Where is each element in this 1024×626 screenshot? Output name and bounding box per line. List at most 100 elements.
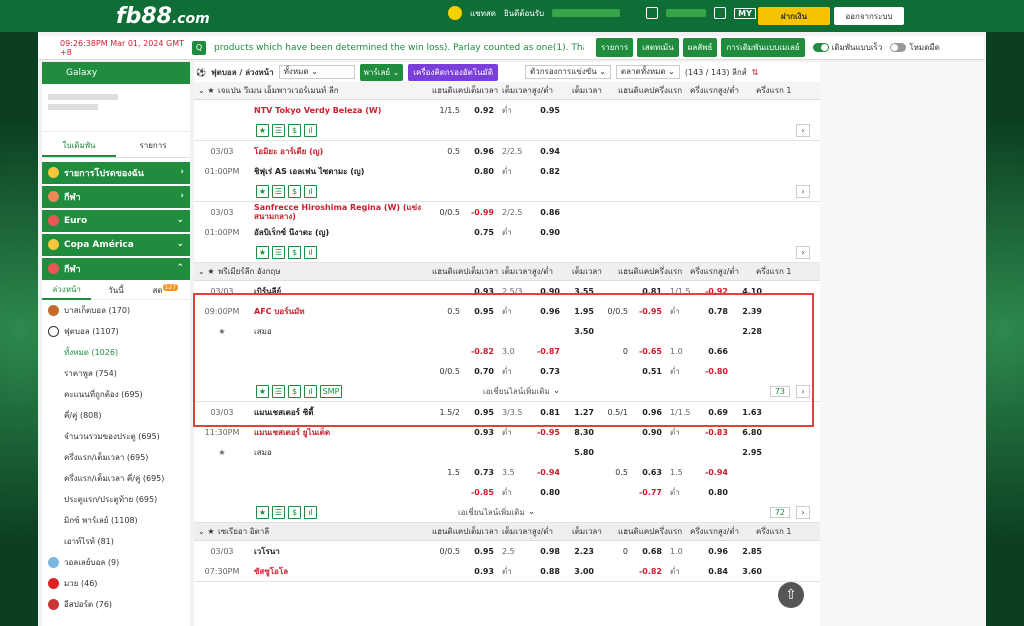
dollar-icon[interactable]: $	[288, 384, 301, 398]
odds-cell[interactable]: -0.82	[632, 567, 666, 576]
sub-item[interactable]: ราคาพูล (754)	[42, 363, 190, 384]
tab-bet-list[interactable]: รายการ	[116, 136, 190, 157]
odds-cell[interactable]: 0.95	[530, 106, 564, 115]
odds-cell[interactable]: 0.80	[698, 488, 732, 497]
favorite-star-icon[interactable]: ★	[194, 327, 250, 336]
star-icon[interactable]: ★	[256, 384, 269, 398]
sidebar-item-volleyball[interactable]: วอลเลย์บอล (9)	[42, 552, 190, 573]
sub-item[interactable]: ประตูแรก/ประตูท้าย (695)	[42, 489, 190, 510]
odds-cell[interactable]: 0.73	[464, 468, 498, 477]
expand-button[interactable]: ›	[796, 184, 810, 198]
deposit-button[interactable]: ฝากเงิน	[758, 7, 830, 25]
odds-cell[interactable]: -0.94	[698, 468, 732, 477]
odds-cell[interactable]: 0.96	[530, 307, 564, 316]
odds-cell[interactable]: 0.75	[464, 228, 498, 237]
scroll-top-icon[interactable]: ⇧	[778, 582, 804, 608]
home-team[interactable]: เบิร์นลีย์	[250, 285, 430, 298]
more-lines-link[interactable]: เอเชี่ยนไลน์เพิ่มเติม	[483, 385, 550, 398]
league-header[interactable]: ⌄ ★ เซเรียอา อิตาลี แฮนดิแคปเต็มเวลา เต็…	[194, 523, 820, 541]
odds-cell[interactable]: -0.87	[530, 347, 564, 356]
stats-icon[interactable]: ıl	[304, 123, 317, 137]
league-filter-select[interactable]: ตัวกรองการแข่งขัน ⌄	[525, 65, 611, 79]
sub-item[interactable]: คี่/คู่ (808)	[42, 405, 190, 426]
odds-cell[interactable]: -0.95	[632, 307, 666, 316]
home-team[interactable]: เวโรนา	[250, 545, 430, 558]
star-icon[interactable]: ★	[204, 86, 218, 95]
away-team[interactable]: แมนเชสเตอร์ ยูไนเต็ด	[250, 426, 430, 439]
list-button[interactable]: รายการ	[596, 38, 634, 57]
odds-cell[interactable]: -0.80	[698, 367, 732, 376]
odds-cell[interactable]: 2.39	[732, 307, 766, 316]
sub-item[interactable]: คะแนนที่ถูกต้อง (695)	[42, 384, 190, 405]
parlay-button[interactable]: พาร์เลย์ ⌄	[359, 63, 404, 81]
odds-cell[interactable]: 0.93	[464, 428, 498, 437]
chat-icon[interactable]	[448, 6, 462, 20]
expand-button[interactable]: ›	[796, 245, 810, 259]
odds-cell[interactable]: -0.77	[632, 488, 666, 497]
sidebar-favorites[interactable]: รายการโปรดของฉัน ›	[42, 162, 190, 184]
home-team[interactable]: Sanfrecce Hiroshima Regina (W) (แข่งสนาม…	[250, 203, 430, 221]
dollar-icon[interactable]: $	[288, 123, 301, 137]
odds-cell[interactable]: 1.63	[732, 408, 766, 417]
sort-icon[interactable]: ⇅	[752, 68, 759, 77]
odds-cell[interactable]: 0.90	[530, 287, 564, 296]
odds-cell[interactable]: 1.27	[564, 408, 598, 417]
market-select[interactable]: ตลาดทั้งหมด ⌄	[615, 65, 680, 79]
tab-bet-slip[interactable]: ใบเดิมพัน	[42, 136, 116, 157]
odds-cell[interactable]: 3.50	[564, 327, 598, 336]
odds-cell[interactable]: 3.00	[564, 567, 598, 576]
favorite-star-icon[interactable]: ★	[194, 448, 250, 457]
odds-cell[interactable]: 3.60	[732, 567, 766, 576]
stats-icon[interactable]: ıl	[304, 184, 317, 198]
odds-cell[interactable]: 0.95	[464, 307, 498, 316]
odds-cell[interactable]: 2.28	[732, 327, 766, 336]
sidebar-item-basketball[interactable]: บาสเก็ตบอล (170)	[42, 300, 190, 321]
odds-cell[interactable]: 0.86	[530, 208, 564, 217]
dollar-icon[interactable]: $	[288, 505, 301, 519]
odds-cell[interactable]: -0.95	[530, 428, 564, 437]
wallet-icon[interactable]	[646, 7, 659, 19]
odds-cell[interactable]: 0.90	[530, 228, 564, 237]
stats-icon[interactable]: ıl	[304, 384, 317, 398]
sub-item[interactable]: มิกซ์ พาร์เลย์ (1108)	[42, 510, 190, 531]
results-button[interactable]: ผลลัพธ์	[682, 38, 718, 57]
odds-type-icon[interactable]	[714, 7, 727, 19]
sidebar-sports[interactable]: กีฬา ⌃	[42, 258, 190, 280]
chat-label[interactable]: แชทสด	[470, 7, 496, 20]
odds-cell[interactable]: 0.96	[632, 408, 666, 417]
list-icon[interactable]: ☰	[272, 245, 285, 259]
logo[interactable]: fb88.com	[116, 4, 210, 29]
list-icon[interactable]: ☰	[272, 184, 285, 198]
star-icon[interactable]: ★	[256, 505, 269, 519]
tab-today[interactable]: วันนี้	[91, 284, 140, 297]
odds-cell[interactable]: 0.93	[464, 287, 498, 296]
expand-button[interactable]: ›	[796, 384, 810, 398]
odds-cell[interactable]: 0.80	[530, 488, 564, 497]
odds-cell[interactable]: 0.95	[464, 408, 498, 417]
all-select[interactable]: ทั้งหมด ⌄	[278, 65, 355, 79]
stats-icon[interactable]: ıl	[304, 505, 317, 519]
tab-early[interactable]: ล่วงหน้า	[42, 282, 92, 300]
league-header[interactable]: ⌄ ★ พรีเมียร์ลีก อังกฤษ แฮนดิแคปเต็มเวลา…	[194, 263, 820, 281]
auto-filter-button[interactable]: เครื่องคิดกรองอัตโนมัติ	[408, 63, 499, 81]
home-team[interactable]: แมนเชสเตอร์ ซิตี้	[250, 406, 430, 419]
star-icon[interactable]: ★	[256, 184, 269, 198]
sub-item[interactable]: ครึ่งแรก/เต็มเวลา (695)	[42, 447, 190, 468]
odds-cell[interactable]: 0.94	[530, 147, 564, 156]
odds-cell[interactable]: 0.90	[632, 428, 666, 437]
statement-button[interactable]: เสตทเม้น	[637, 38, 679, 57]
star-icon[interactable]: ★	[256, 123, 269, 137]
sidebar-sports-top[interactable]: กีฬา ›	[42, 186, 190, 208]
list-icon[interactable]: ☰	[272, 384, 285, 398]
sub-item[interactable]: ครึ่งแรก/เต็มเวลา คี่/คู่ (695)	[42, 468, 190, 489]
quick-bet-toggle[interactable]	[812, 43, 829, 52]
odds-cell[interactable]: -0.65	[632, 347, 666, 356]
dollar-icon[interactable]: $	[288, 184, 301, 198]
odds-cell[interactable]: 2.85	[732, 547, 766, 556]
away-team[interactable]: AFC บอร์นมัท	[250, 305, 430, 318]
odds-cell[interactable]: 0.66	[698, 347, 732, 356]
search-icon[interactable]: Q	[192, 40, 206, 55]
odds-cell[interactable]: 6.80	[732, 428, 766, 437]
odds-cell[interactable]: 0.73	[530, 367, 564, 376]
odds-cell[interactable]: 0.80	[464, 167, 498, 176]
